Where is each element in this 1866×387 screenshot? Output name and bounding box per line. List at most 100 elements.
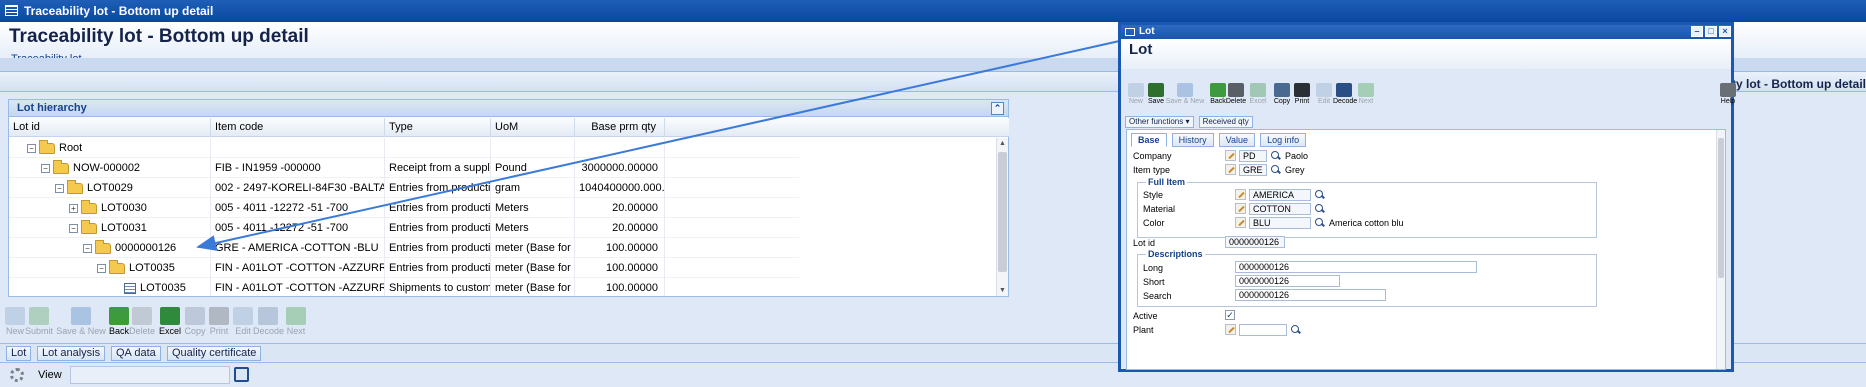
lot-decode-button[interactable]: Decode xyxy=(1333,83,1357,105)
collapse-node-icon[interactable]: − xyxy=(41,163,50,173)
edit-pencil-icon[interactable] xyxy=(1225,164,1236,175)
table-row[interactable]: − LOT0029 002 - 2497-KORELI-84F30 -BALTA … xyxy=(9,178,799,198)
company-label: Company xyxy=(1133,151,1172,161)
table-row[interactable]: LOT0035 FIN - A01LOT -COTTON -AZZURRO -4… xyxy=(9,278,799,296)
edit-pencil-icon[interactable] xyxy=(1225,150,1236,161)
close-icon[interactable]: × xyxy=(1719,26,1731,37)
lookup-icon[interactable] xyxy=(1314,203,1325,214)
col-uom[interactable]: UoM xyxy=(491,118,575,137)
short-description-field[interactable]: 0000000126 xyxy=(1235,275,1340,287)
lot-id-label: Lot id xyxy=(1133,238,1156,248)
submit-button[interactable]: Submit xyxy=(24,307,54,336)
table-row[interactable]: − LOT0031 005 - 4011 -12272 -51 -700 Entr… xyxy=(9,218,799,238)
lot-new-button[interactable]: New xyxy=(1125,83,1147,105)
delete-button[interactable]: Delete xyxy=(127,307,157,336)
lot-delete-button[interactable]: Delete xyxy=(1225,83,1247,105)
collapse-node-icon[interactable]: − xyxy=(83,243,92,253)
back-icon xyxy=(109,307,129,325)
long-description-field[interactable]: 0000000126 xyxy=(1235,261,1477,273)
edit-pencil-icon[interactable] xyxy=(1235,217,1246,228)
edit-pencil-icon[interactable] xyxy=(1225,324,1236,335)
folder-icon xyxy=(81,199,97,214)
style-field[interactable]: AMERICA xyxy=(1249,189,1311,201)
view-input[interactable] xyxy=(70,366,230,384)
app-titlebar: Traceability lot - Bottom up detail xyxy=(0,0,1866,22)
scroll-up-icon[interactable]: ▲ xyxy=(999,140,1006,147)
col-item-code[interactable]: Item code xyxy=(211,118,385,137)
collapse-node-icon[interactable]: − xyxy=(69,223,78,233)
col-base-prm-qty[interactable]: Base prm qty xyxy=(575,118,665,137)
lot-id-cell: LOT0030 xyxy=(101,202,147,214)
lot-id-cell: NOW-000002 xyxy=(73,162,141,174)
lot-excel-button[interactable]: Excel xyxy=(1247,83,1269,105)
table-row[interactable]: − LOT0035 FIN - A01LOT -COTTON -AZZURRO -… xyxy=(9,258,799,278)
lot-next-button[interactable]: Next xyxy=(1355,83,1377,105)
table-row[interactable]: − Root xyxy=(9,138,799,158)
decode-button[interactable]: Decode xyxy=(253,307,284,336)
lot-window-titlebar[interactable]: Lot – □ × xyxy=(1121,25,1731,39)
col-lot-id[interactable]: Lot id xyxy=(9,118,211,137)
lot-edit-button[interactable]: Edit xyxy=(1313,83,1335,105)
tab-qa-data[interactable]: QA data xyxy=(111,346,161,361)
next-button[interactable]: Next xyxy=(281,307,311,336)
received-qty-button[interactable]: Received qty xyxy=(1198,116,1253,128)
collapse-up-icon[interactable]: ⌃ xyxy=(991,102,1004,115)
lookup-icon[interactable] xyxy=(1314,217,1325,228)
lot-print-button[interactable]: Print xyxy=(1291,83,1313,105)
lookup-icon[interactable] xyxy=(1270,164,1281,175)
lot-help-button[interactable]: Help xyxy=(1717,83,1739,105)
expand-node-icon[interactable]: + xyxy=(69,203,78,213)
maximize-icon[interactable]: □ xyxy=(1705,26,1717,37)
active-checkbox[interactable]: ✓ xyxy=(1225,310,1235,320)
tab-lot[interactable]: Lot xyxy=(6,346,32,361)
item-code-cell: 005 - 4011 -12272 -51 -700 xyxy=(211,218,385,238)
item-type-code-field[interactable]: GRE xyxy=(1239,164,1267,176)
lookup-icon[interactable] xyxy=(1314,189,1325,200)
tab-history[interactable]: History xyxy=(1171,133,1214,147)
edit-pencil-icon[interactable] xyxy=(1235,203,1246,214)
toolbar-button-label: Help xyxy=(1720,98,1736,105)
lot-save-new-button[interactable]: Save & New xyxy=(1165,83,1205,105)
tab-base[interactable]: Base xyxy=(1131,133,1167,147)
toolbar-button-label: Copy xyxy=(1273,98,1291,105)
qty-cell: 100.00000 xyxy=(575,278,665,296)
edit-pencil-icon[interactable] xyxy=(1235,189,1246,200)
color-field[interactable]: BLU xyxy=(1249,217,1311,229)
scroll-thumb[interactable] xyxy=(998,152,1007,272)
toolbar-button-label: Next xyxy=(1358,98,1374,105)
col-type[interactable]: Type xyxy=(385,118,491,137)
other-functions-menu[interactable]: Other functions ▾ xyxy=(1125,116,1194,128)
lookup-icon[interactable] xyxy=(1290,324,1301,335)
material-label: Material xyxy=(1143,204,1176,214)
collapse-node-icon[interactable]: − xyxy=(27,143,36,153)
form-scrollbar[interactable] xyxy=(1716,130,1725,369)
lot-id-cell: Root xyxy=(59,142,83,154)
lot-save-button[interactable]: Save xyxy=(1145,83,1167,105)
material-field[interactable]: COTTON xyxy=(1249,203,1311,215)
plant-field[interactable] xyxy=(1239,324,1287,336)
collapse-node-icon[interactable]: − xyxy=(55,183,64,193)
save-new-button[interactable]: Save & New xyxy=(56,307,106,336)
grid-scrollbar[interactable]: ▲ ▼ xyxy=(996,138,1008,296)
collapse-node-icon[interactable]: − xyxy=(97,263,106,273)
tab-log-info[interactable]: Log info xyxy=(1260,133,1307,147)
tab-value[interactable]: Value xyxy=(1218,133,1256,147)
table-row[interactable]: − 0000000126 GRE - AMERICA -COTTON -BLU E… xyxy=(9,238,799,258)
tab-quality-certificate[interactable]: Quality certificate xyxy=(167,346,262,361)
search-description-field[interactable]: 0000000126 xyxy=(1235,289,1386,301)
item-code-cell: 005 - 4011 -12272 -51 -700 xyxy=(211,198,385,218)
tab-lot-analysis[interactable]: Lot analysis xyxy=(37,346,106,361)
company-code-field[interactable]: PD xyxy=(1239,150,1267,162)
lot-id-field[interactable]: 0000000126 xyxy=(1225,236,1285,248)
save-view-icon[interactable] xyxy=(234,367,249,382)
lookup-icon[interactable] xyxy=(1270,150,1281,161)
long-label: Long xyxy=(1143,263,1164,273)
qty-cell: 3000000.00000 xyxy=(575,158,665,178)
table-row[interactable]: − NOW-000002 FIB - IN1959 -000000 Receipt… xyxy=(9,158,799,178)
table-row[interactable]: + LOT0030 005 - 4011 -12272 -51 -700 Entr… xyxy=(9,198,799,218)
scroll-down-icon[interactable]: ▼ xyxy=(999,287,1006,294)
scroll-thumb[interactable] xyxy=(1718,138,1724,278)
gear-icon[interactable] xyxy=(10,368,24,382)
minimize-icon[interactable]: – xyxy=(1691,26,1703,37)
lot-copy-button[interactable]: Copy xyxy=(1271,83,1293,105)
